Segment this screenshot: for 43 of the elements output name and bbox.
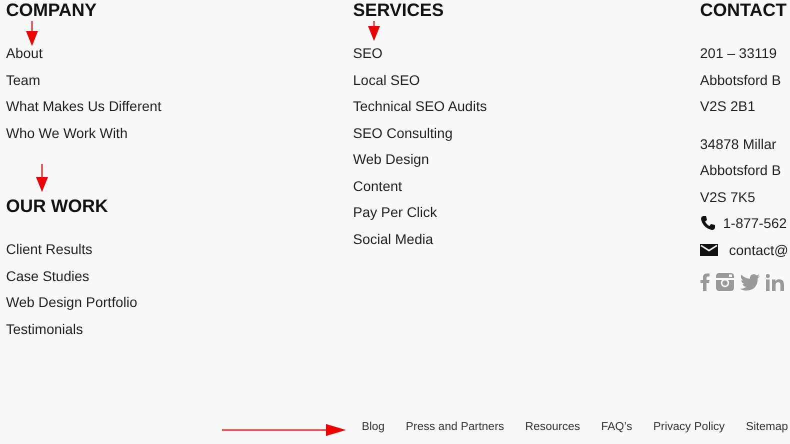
section-heading: SERVICES: [353, 0, 444, 20]
bottom-link[interactable]: Privacy Policy: [653, 421, 725, 433]
section-heading: CONTACT: [700, 0, 787, 20]
footer-link[interactable]: Testimonials: [6, 320, 84, 336]
bottom-link[interactable]: Blog: [362, 421, 385, 433]
phone-icon: [700, 215, 716, 232]
annotation-arrow: [25, 21, 39, 46]
section-heading: COMPANY: [6, 0, 97, 20]
footer-link[interactable]: Local SEO: [353, 72, 420, 88]
annotation-arrow: [35, 164, 49, 192]
bottom-link[interactable]: FAQ’s: [601, 421, 632, 433]
address-line: V2S 2B1: [700, 98, 756, 114]
footer-link[interactable]: Client Results: [6, 241, 92, 257]
footer-link[interactable]: What Makes Us Different: [6, 98, 162, 114]
instagram-icon[interactable]: [716, 273, 734, 291]
address-line: 34878 Millar: [700, 136, 776, 152]
address-line: Abbotsford B: [700, 162, 781, 178]
address-line: 201 – 33119: [700, 45, 777, 61]
address-line: Abbotsford B: [700, 72, 781, 88]
footer-link[interactable]: Social Media: [353, 230, 434, 246]
footer-link[interactable]: Case Studies: [6, 268, 90, 284]
bottom-link[interactable]: Resources: [525, 421, 580, 433]
address-line: V2S 7K5: [700, 188, 756, 204]
footer-link[interactable]: Who We Work With: [6, 124, 128, 140]
email-link[interactable]: contact@: [729, 236, 788, 263]
facebook-icon[interactable]: [700, 273, 710, 291]
envelope-icon: [700, 244, 718, 256]
bottom-link[interactable]: Sitemap: [746, 421, 788, 433]
footer-link[interactable]: Web Design: [353, 151, 430, 167]
footer-link[interactable]: Web Design Portfolio: [6, 294, 138, 310]
phone-link[interactable]: 1-877-562: [723, 210, 787, 236]
footer-link[interactable]: SEO: [353, 45, 383, 61]
annotation-arrow: [367, 21, 381, 41]
footer-link[interactable]: Pay Per Click: [353, 204, 438, 220]
footer-link[interactable]: SEO Consulting: [353, 124, 453, 140]
section-heading: OUR WORK: [6, 196, 108, 216]
footer-link[interactable]: Team: [6, 72, 40, 88]
footer-link[interactable]: Content: [353, 178, 402, 194]
footer-link[interactable]: About: [6, 45, 43, 61]
bird-icon[interactable]: [740, 274, 760, 290]
footer-link[interactable]: Technical SEO Audits: [353, 98, 487, 114]
linkedin-icon[interactable]: [766, 274, 784, 290]
bottom-link[interactable]: Press and Partners: [406, 421, 504, 433]
